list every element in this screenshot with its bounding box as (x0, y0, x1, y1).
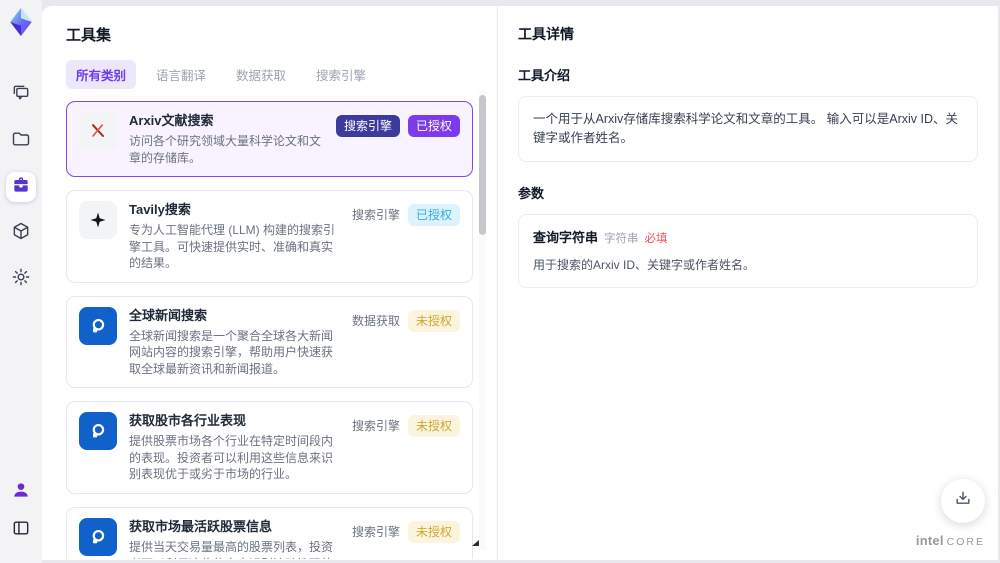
tool-desc: 访问各个研究领域大量科学论文和文章的存储库。 (129, 134, 322, 165)
scroll-down-marker (472, 540, 479, 546)
scrollbar-thumb[interactable] (479, 95, 486, 235)
tool-list: Arxiv文献搜索 访问各个研究领域大量科学论文和文章的存储库。 搜索引擎 已授… (66, 101, 497, 559)
intro-box: 一个用于从Arxiv存储库搜索科学论文和文章的工具。 输入可以是Arxiv ID… (518, 96, 978, 162)
param-required-badge: 必填 (644, 232, 668, 245)
tool-card-most-active-stocks[interactable]: 获取市场最活跃股票信息 提供当天交易量最高的股票列表，投资者可以利用这些信息来识… (66, 507, 473, 559)
status-badge: 已授权 (407, 204, 460, 227)
sidebar-item-tools[interactable] (6, 172, 36, 202)
toolset-panel: 工具集 所有类别 语言翻译 数据获取 搜索引擎 Arxiv文献搜索 访问各个研究… (42, 6, 498, 560)
status-badge: 未授权 (407, 415, 460, 438)
tool-name: Tavily搜索 (129, 202, 191, 218)
toolbox-icon (11, 175, 31, 200)
tool-card-tavily[interactable]: Tavily搜索 专为人工智能代理 (LLM) 构建的搜索引擎工具。可快速提供实… (66, 190, 473, 283)
tool-name: 获取市场最活跃股票信息 (129, 519, 273, 535)
param-box: 查询字符串 字符串 必填 用于搜索的Arxiv ID、关键字或作者姓名。 (518, 213, 978, 288)
main-surface: 工具集 所有类别 语言翻译 数据获取 搜索引擎 Arxiv文献搜索 访问各个研究… (42, 6, 998, 560)
user-avatar-icon (11, 480, 31, 505)
news-logo-icon (79, 306, 117, 345)
folder-icon (11, 129, 31, 154)
intel-core-logo: intel core (916, 533, 985, 548)
app-logo-icon (7, 8, 35, 36)
tool-name: 获取股市各行业表现 (129, 413, 247, 429)
sidebar-item-profile[interactable] (6, 477, 36, 507)
status-badge: 未授权 (407, 309, 460, 332)
sidebar-item-settings[interactable] (6, 264, 36, 294)
tool-desc: 全球新闻搜索是一个聚合全球各大新闻网站内容的搜索引擎，帮助用户快速获取全球最新资… (129, 328, 334, 376)
gear-icon (11, 267, 31, 292)
chat-icon (11, 83, 31, 108)
category-label: 搜索引擎 (351, 208, 400, 223)
download-icon (953, 489, 973, 514)
panel-toggle-icon (11, 518, 31, 543)
tool-desc: 提供当天交易量最高的股票列表，投资者可以利用这些信息来识别流动性强的股票和潜在的… (129, 540, 334, 559)
status-badge: 未授权 (407, 521, 460, 544)
tool-card-arxiv[interactable]: Arxiv文献搜索 访问各个研究领域大量科学论文和文章的存储库。 搜索引擎 已授… (66, 101, 473, 178)
brand-intel: intel (915, 533, 944, 548)
arxiv-icon (79, 112, 117, 150)
finance-logo-icon (79, 412, 117, 451)
sidebar-item-models[interactable] (6, 218, 36, 248)
intro-heading: 工具介绍 (518, 68, 571, 83)
nav-rail (0, 0, 42, 563)
finance-logo-icon (79, 518, 117, 557)
sidebar-item-chat[interactable] (6, 80, 36, 110)
tool-name: 全球新闻搜索 (129, 307, 208, 323)
list-scrollbar[interactable] (479, 90, 486, 550)
param-desc: 用于搜索的Arxiv ID、关键字或作者姓名。 (533, 257, 756, 272)
category-label: 数据获取 (351, 313, 400, 328)
tab-data-fetch[interactable]: 数据获取 (226, 60, 296, 89)
package-icon (11, 221, 31, 246)
status-badge: 已授权 (407, 115, 460, 137)
download-button[interactable] (941, 479, 985, 523)
tab-all-categories[interactable]: 所有类别 (66, 60, 137, 89)
tab-search-engine[interactable]: 搜索引擎 (306, 60, 376, 89)
sidebar-item-files[interactable] (6, 126, 36, 156)
tab-translation[interactable]: 语言翻译 (146, 60, 216, 89)
category-label: 搜索引擎 (351, 419, 400, 434)
category-label: 搜索引擎 (351, 525, 400, 540)
tool-desc: 提供股票市场各个行业在特定时间段内的表现。投资者可以利用这些信息来识别表现优于或… (129, 434, 334, 482)
params-heading: 参数 (518, 185, 545, 201)
tool-name: Arxiv文献搜索 (129, 113, 214, 128)
param-name: 查询字符串 (533, 229, 599, 245)
toolset-title: 工具集 (66, 27, 112, 44)
tool-card-global-news[interactable]: 全球新闻搜索 全球新闻搜索是一个聚合全球各大新闻网站内容的搜索引擎，帮助用户快速… (66, 295, 473, 389)
app-window: 工具集 所有类别 语言翻译 数据获取 搜索引擎 Arxiv文献搜索 访问各个研究… (0, 0, 1000, 563)
intro-text: 一个用于从Arxiv存储库搜索科学论文和文章的工具。 输入可以是Arxiv ID… (533, 112, 959, 145)
tool-detail-panel: 工具详情 工具介绍 一个用于从Arxiv存储库搜索科学论文和文章的工具。 输入可… (498, 6, 998, 560)
tool-card-sector-performance[interactable]: 获取股市各行业表现 提供股票市场各个行业在特定时间段内的表现。投资者可以利用这些… (66, 401, 473, 495)
detail-title: 工具详情 (518, 26, 574, 42)
param-type: 字符串 (604, 232, 639, 245)
category-badge: 搜索引擎 (335, 115, 400, 137)
category-tabs: 所有类别 语言翻译 数据获取 搜索引擎 (66, 60, 497, 89)
brand-core: core (946, 536, 985, 548)
sidebar-item-collapse[interactable] (6, 515, 36, 545)
tool-desc: 专为人工智能代理 (LLM) 构建的搜索引擎工具。可快速提供实时、准确和真实的结… (129, 223, 336, 271)
tavily-star-icon (79, 201, 117, 240)
